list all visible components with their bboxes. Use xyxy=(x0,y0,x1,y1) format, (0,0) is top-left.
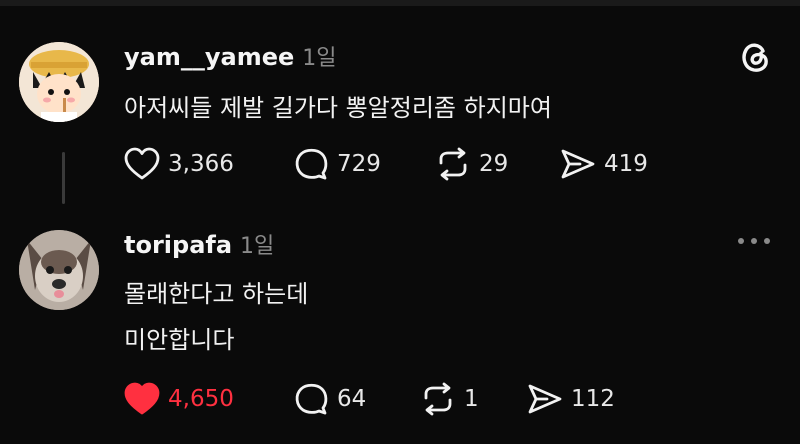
like-button[interactable]: 4,650 xyxy=(124,382,234,416)
username-text[interactable]: toripafa xyxy=(124,231,232,259)
more-dot xyxy=(738,238,744,244)
heart-icon xyxy=(124,382,160,415)
comment-count: 64 xyxy=(337,386,367,412)
username[interactable]: toripafa 1일 xyxy=(124,228,274,260)
repost-count: 1 xyxy=(464,386,479,412)
avatar[interactable] xyxy=(19,230,99,310)
comment-button[interactable]: 64 xyxy=(293,382,366,416)
post-text-line-2: 미안합니다 xyxy=(124,326,235,354)
more-dot xyxy=(764,238,770,244)
send-icon xyxy=(528,384,562,414)
post-text-line-1: 몰래한다고 하는데 xyxy=(124,280,309,308)
post-reply: toripafa 1일 몰래한다고 하는데 미안합니다 4,650 64 1 11… xyxy=(0,0,800,444)
repost-button[interactable]: 1 xyxy=(420,382,479,416)
like-count: 4,650 xyxy=(168,386,234,412)
repost-icon xyxy=(424,382,452,416)
more-dot xyxy=(751,238,757,244)
more-options-icon[interactable] xyxy=(738,238,770,244)
share-button[interactable]: 112 xyxy=(527,382,615,416)
share-count: 112 xyxy=(571,386,615,412)
comment-bubble-icon xyxy=(295,383,328,415)
post-time: 1일 xyxy=(240,234,275,259)
